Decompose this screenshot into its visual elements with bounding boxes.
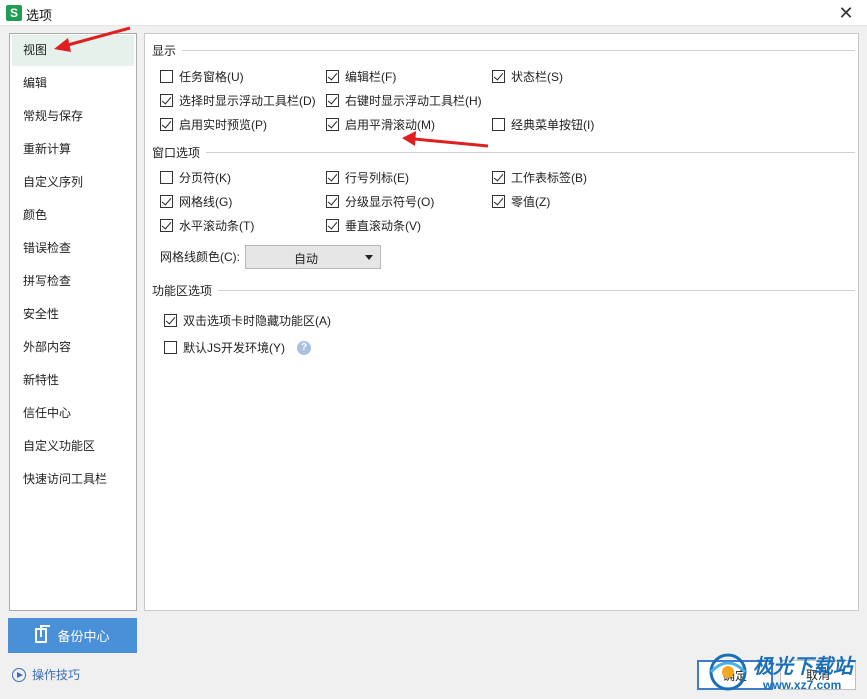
- option-status-bar[interactable]: 状态栏(S): [492, 68, 563, 85]
- option-label: 编辑栏(F): [345, 70, 397, 84]
- option-label: 分级显示符号(O): [345, 195, 435, 209]
- checkbox[interactable]: [326, 118, 339, 131]
- app-icon: S: [6, 5, 22, 21]
- sidebar-item-quick-access[interactable]: 快速访问工具栏: [12, 464, 134, 495]
- sidebar-item-custom-ribbon[interactable]: 自定义功能区: [12, 431, 134, 462]
- checkbox[interactable]: [492, 118, 505, 131]
- checkbox[interactable]: [492, 70, 505, 83]
- option-row-col-headers[interactable]: 行号列标(E): [326, 169, 409, 186]
- checkbox[interactable]: [492, 171, 505, 184]
- option-label: 垂直滚动条(V): [345, 219, 421, 233]
- option-label: 工作表标签(B): [511, 171, 587, 185]
- checkbox[interactable]: [326, 94, 339, 107]
- option-formula-bar[interactable]: 编辑栏(F): [326, 68, 396, 85]
- section-divider: [218, 290, 856, 291]
- option-label: 行号列标(E): [345, 171, 409, 185]
- section-divider: [206, 152, 856, 153]
- backup-center-label: 备份中心: [57, 629, 110, 644]
- option-task-pane[interactable]: 任务窗格(U): [160, 68, 244, 85]
- play-circle-icon: [12, 667, 26, 682]
- sidebar-item-recalculate[interactable]: 重新计算: [12, 134, 134, 165]
- title-bar: S 选项 ✕: [0, 0, 867, 26]
- section-divider: [182, 50, 856, 51]
- backup-icon: [35, 625, 51, 643]
- option-page-breaks[interactable]: 分页符(K): [160, 169, 231, 186]
- option-label: 任务窗格(U): [179, 70, 244, 84]
- section-window-title: 窗口选项: [152, 146, 201, 160]
- option-label: 水平滚动条(T): [179, 219, 255, 233]
- options-sidebar: 视图 编辑 常规与保存 重新计算 自定义序列 颜色 错误检查 拼写检查 安全性 …: [9, 33, 137, 611]
- dropdown-arrow-icon: [365, 255, 373, 260]
- grid-color-select[interactable]: 自动: [245, 245, 381, 269]
- checkbox[interactable]: [326, 219, 339, 232]
- sidebar-item-trust-center[interactable]: 信任中心: [12, 398, 134, 429]
- sidebar-item-edit[interactable]: 编辑: [12, 68, 134, 99]
- checkbox[interactable]: [492, 195, 505, 208]
- checkbox[interactable]: [326, 70, 339, 83]
- backup-center-button[interactable]: 备份中心: [8, 618, 137, 653]
- section-window-options: 窗口选项: [152, 144, 856, 161]
- sidebar-item-view[interactable]: 视图: [12, 35, 134, 66]
- option-label: 网格线(G): [179, 195, 233, 209]
- option-zero-values[interactable]: 零值(Z): [492, 193, 550, 210]
- sidebar-item-color[interactable]: 颜色: [12, 200, 134, 231]
- option-label: 零值(Z): [511, 195, 551, 209]
- section-ribbon-title: 功能区选项: [152, 284, 213, 298]
- option-float-toolbar-rightclick[interactable]: 右键时显示浮动工具栏(H): [326, 92, 482, 109]
- sidebar-item-new-features[interactable]: 新特性: [12, 365, 134, 396]
- close-icon[interactable]: ✕: [835, 2, 857, 24]
- ok-button[interactable]: 确定: [697, 660, 773, 690]
- option-label: 分页符(K): [179, 171, 231, 185]
- checkbox[interactable]: [160, 195, 173, 208]
- cancel-button[interactable]: 取消: [780, 660, 856, 690]
- tips-link[interactable]: 操作技巧: [12, 666, 80, 683]
- option-outline-symbols[interactable]: 分级显示符号(O): [326, 193, 434, 210]
- checkbox[interactable]: [160, 171, 173, 184]
- grid-color-value: 自动: [293, 252, 318, 266]
- option-vertical-scrollbar[interactable]: 垂直滚动条(V): [326, 217, 421, 234]
- checkbox[interactable]: [160, 94, 173, 107]
- sidebar-item-custom-lists[interactable]: 自定义序列: [12, 167, 134, 198]
- option-float-toolbar-select[interactable]: 选择时显示浮动工具栏(D): [160, 92, 316, 109]
- sidebar-item-security[interactable]: 安全性: [12, 299, 134, 330]
- option-live-preview[interactable]: 启用实时预览(P): [160, 116, 267, 133]
- option-label: 启用平滑滚动(M): [345, 118, 435, 132]
- sidebar-item-external-content[interactable]: 外部内容: [12, 332, 134, 363]
- option-default-js-env[interactable]: 默认JS开发环境(Y) ?: [164, 339, 312, 356]
- help-icon[interactable]: ?: [297, 340, 312, 355]
- checkbox[interactable]: [164, 341, 177, 354]
- option-label: 启用实时预览(P): [179, 118, 267, 132]
- option-hide-ribbon-dblclick[interactable]: 双击选项卡时隐藏功能区(A): [164, 312, 331, 329]
- sidebar-item-general-save[interactable]: 常规与保存: [12, 101, 134, 132]
- window-title: 选项: [26, 8, 53, 23]
- option-label: 双击选项卡时隐藏功能区(A): [183, 314, 331, 328]
- option-label: 状态栏(S): [511, 70, 563, 84]
- sidebar-item-error-check[interactable]: 错误检查: [12, 233, 134, 264]
- options-panel: 显示 任务窗格(U) 编辑栏(F) 状态栏(S) 选择时显示浮动工具栏(D) 右…: [144, 33, 859, 611]
- section-ribbon-options: 功能区选项: [152, 282, 856, 299]
- sidebar-item-spell-check[interactable]: 拼写检查: [12, 266, 134, 297]
- checkbox[interactable]: [164, 314, 177, 327]
- option-smooth-scroll[interactable]: 启用平滑滚动(M): [326, 116, 435, 133]
- option-label: 选择时显示浮动工具栏(D): [179, 94, 316, 108]
- checkbox[interactable]: [160, 70, 173, 83]
- option-label: 默认JS开发环境(Y): [183, 341, 286, 355]
- checkbox[interactable]: [160, 118, 173, 131]
- option-classic-menu[interactable]: 经典菜单按钮(I): [492, 116, 594, 133]
- checkbox[interactable]: [326, 195, 339, 208]
- grid-color-label: 网格线颜色(C):: [160, 250, 240, 264]
- tips-label: 操作技巧: [32, 668, 81, 682]
- option-sheet-tabs[interactable]: 工作表标签(B): [492, 169, 587, 186]
- option-label: 经典菜单按钮(I): [511, 118, 595, 132]
- option-label: 右键时显示浮动工具栏(H): [345, 94, 482, 108]
- option-horizontal-scrollbar[interactable]: 水平滚动条(T): [160, 217, 254, 234]
- checkbox[interactable]: [160, 219, 173, 232]
- checkbox[interactable]: [326, 171, 339, 184]
- section-display: 显示: [152, 42, 856, 59]
- option-gridlines[interactable]: 网格线(G): [160, 193, 232, 210]
- section-display-title: 显示: [152, 44, 177, 58]
